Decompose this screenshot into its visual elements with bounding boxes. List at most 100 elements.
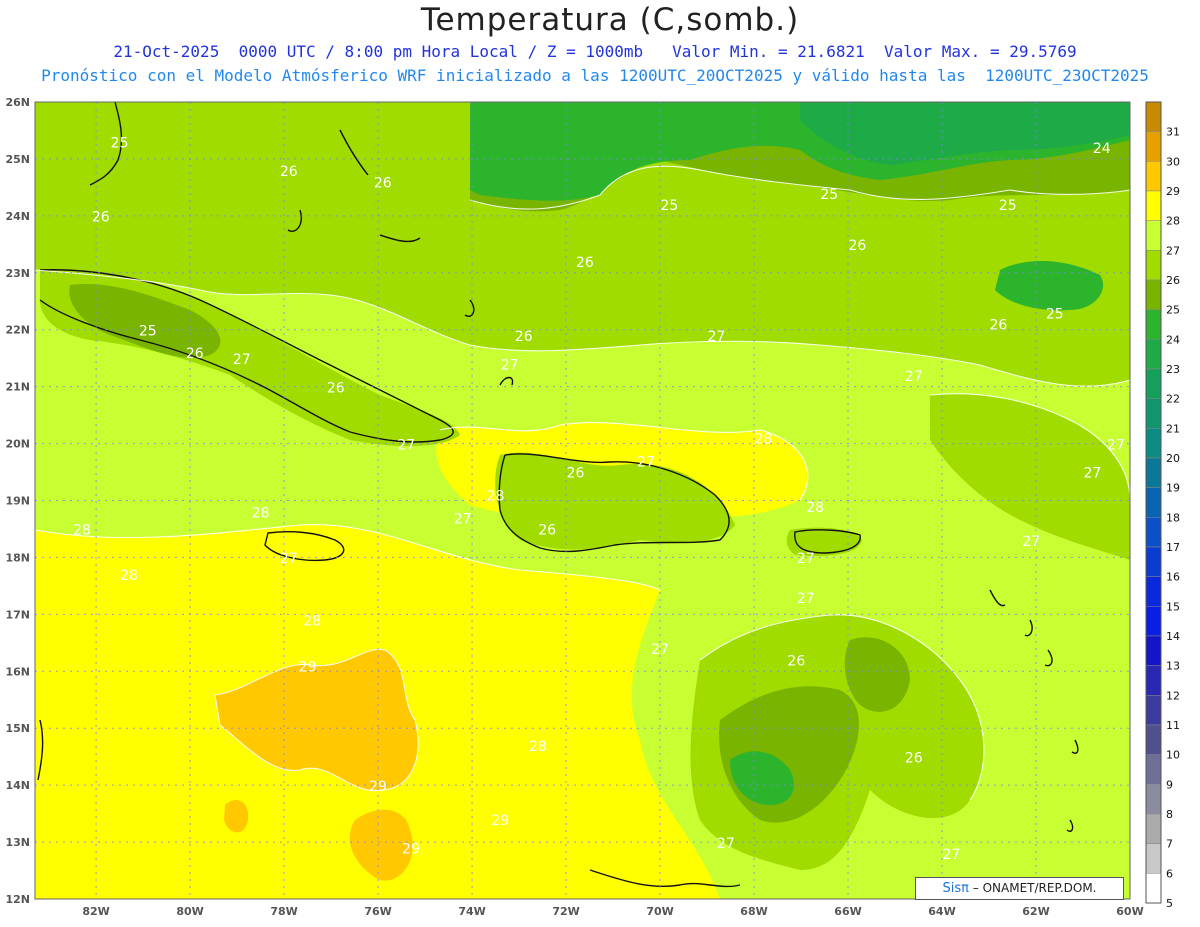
colorbar-swatch — [1145, 576, 1162, 607]
colorbar-swatch — [1145, 695, 1162, 726]
lon-label: 66W — [834, 905, 861, 918]
contour-label: 28 — [73, 523, 91, 539]
contour-label: 26 — [576, 255, 594, 271]
lon-label: 72W — [552, 905, 579, 918]
contour-label: 26 — [92, 210, 110, 226]
contour-label: 28 — [252, 506, 270, 522]
contour-label: 24 — [1093, 141, 1111, 157]
colorbar-swatch — [1145, 813, 1162, 844]
colorbar-label: 7 — [1166, 838, 1173, 851]
contour-label: 27 — [708, 329, 726, 345]
colorbar-swatch — [1145, 250, 1162, 281]
lon-label: 68W — [740, 905, 767, 918]
lon-label: 70W — [646, 905, 673, 918]
contour-label: 25 — [139, 323, 157, 339]
colorbar-label: 23 — [1166, 363, 1180, 376]
lat-label: 17N — [5, 608, 30, 621]
lat-label: 24N — [5, 210, 30, 223]
colorbar-swatch — [1145, 368, 1162, 399]
contour-label: 27 — [233, 352, 251, 368]
contour-label: 28 — [529, 739, 547, 755]
colorbar-swatch — [1145, 131, 1162, 162]
colorbar-label: 16 — [1166, 571, 1180, 584]
contour-label: 29 — [491, 813, 509, 829]
colorbar-label: 9 — [1166, 778, 1173, 791]
contour-label: 25 — [999, 198, 1017, 214]
contour-label: 26 — [538, 523, 556, 539]
colorbar: 31 30 29 28 27 26 25 24 23 22 21 20 19 18 17 16 15 14 13 12… — [1145, 101, 1180, 910]
colorbar-label: 31 — [1166, 126, 1180, 139]
colorbar-label: 30 — [1166, 155, 1180, 168]
colorbar-swatch — [1145, 606, 1162, 637]
colorbar-label: 8 — [1166, 808, 1173, 821]
map-field: 25 26 26 26 25 25 25 24 26 26 26 25 25 26 26 27 27 27 27 26… — [35, 102, 1130, 899]
colorbar-swatch — [1145, 457, 1162, 488]
lat-label: 15N — [5, 722, 30, 735]
colorbar-swatch — [1145, 487, 1162, 518]
colorbar-swatch — [1145, 517, 1162, 548]
lon-label: 64W — [928, 905, 955, 918]
lon-label: 60W — [1116, 905, 1143, 918]
colorbar-label: 20 — [1166, 452, 1180, 465]
colorbar-swatch — [1145, 190, 1162, 221]
colorbar-swatch — [1145, 428, 1162, 459]
contour-label: 28 — [303, 614, 321, 630]
colorbar-swatch — [1145, 339, 1162, 370]
contour-label: 27 — [943, 847, 961, 863]
colorbar-swatch — [1145, 546, 1162, 577]
colorbar-label: 21 — [1166, 422, 1180, 435]
contour-label: 27 — [797, 591, 815, 607]
lat-label: 13N — [5, 836, 30, 849]
colorbar-swatch — [1145, 784, 1162, 815]
contour-label: 27 — [717, 836, 735, 852]
lat-label: 19N — [5, 495, 30, 508]
lon-label: 82W — [82, 905, 109, 918]
contour-label: 26 — [327, 380, 345, 396]
contour-label: 27 — [651, 642, 669, 658]
contour-label: 28 — [487, 489, 505, 505]
lat-label: 23N — [5, 267, 30, 280]
colorbar-swatch — [1145, 161, 1162, 192]
lon-label: 62W — [1022, 905, 1049, 918]
colorbar-swatch — [1145, 843, 1162, 874]
colorbar-label: 5 — [1166, 897, 1173, 910]
contour-label: 27 — [280, 551, 298, 567]
contour-label: 27 — [1107, 437, 1125, 453]
contour-label: 26 — [515, 329, 533, 345]
colorbar-swatch — [1145, 724, 1162, 755]
colorbar-label: 6 — [1166, 867, 1173, 880]
contour-label: 28 — [806, 500, 824, 516]
colorbar-swatch — [1145, 754, 1162, 785]
colorbar-swatch — [1145, 309, 1162, 340]
contour-label: 27 — [454, 511, 472, 527]
credit-text: – ONAMET/REP.DOM. — [972, 881, 1097, 895]
lon-label: 80W — [176, 905, 203, 918]
contour-label: 27 — [1083, 466, 1101, 482]
lat-label: 22N — [5, 324, 30, 337]
lat-label: 18N — [5, 551, 30, 564]
contour-label: 25 — [820, 187, 838, 203]
lat-label: 21N — [5, 381, 30, 394]
contour-label: 26 — [787, 654, 805, 670]
colorbar-swatch — [1145, 398, 1162, 429]
contour-label: 26 — [567, 466, 585, 482]
contour-label: 28 — [755, 432, 773, 448]
contour-label: 25 — [1046, 306, 1064, 322]
contour-label: 25 — [111, 136, 129, 152]
colorbar-label: 24 — [1166, 333, 1180, 346]
colorbar-label: 27 — [1166, 244, 1180, 257]
colorbar-label: 25 — [1166, 304, 1180, 317]
temperature-map: 25 26 26 26 25 25 25 24 26 26 26 25 25 26 26 27 27 27 27 26… — [5, 96, 1180, 918]
colorbar-swatch — [1145, 873, 1162, 904]
colorbar-label: 19 — [1166, 482, 1180, 495]
contour-label: 25 — [661, 198, 679, 214]
lon-label: 76W — [364, 905, 391, 918]
colorbar-label: 18 — [1166, 511, 1180, 524]
contour-label: 27 — [501, 358, 519, 374]
contour-label: 27 — [637, 454, 655, 470]
colorbar-label: 12 — [1166, 689, 1180, 702]
colorbar-label: 26 — [1166, 274, 1180, 287]
lat-label: 25N — [5, 153, 30, 166]
contour-label: 29 — [299, 659, 317, 675]
colorbar-label: 22 — [1166, 393, 1180, 406]
